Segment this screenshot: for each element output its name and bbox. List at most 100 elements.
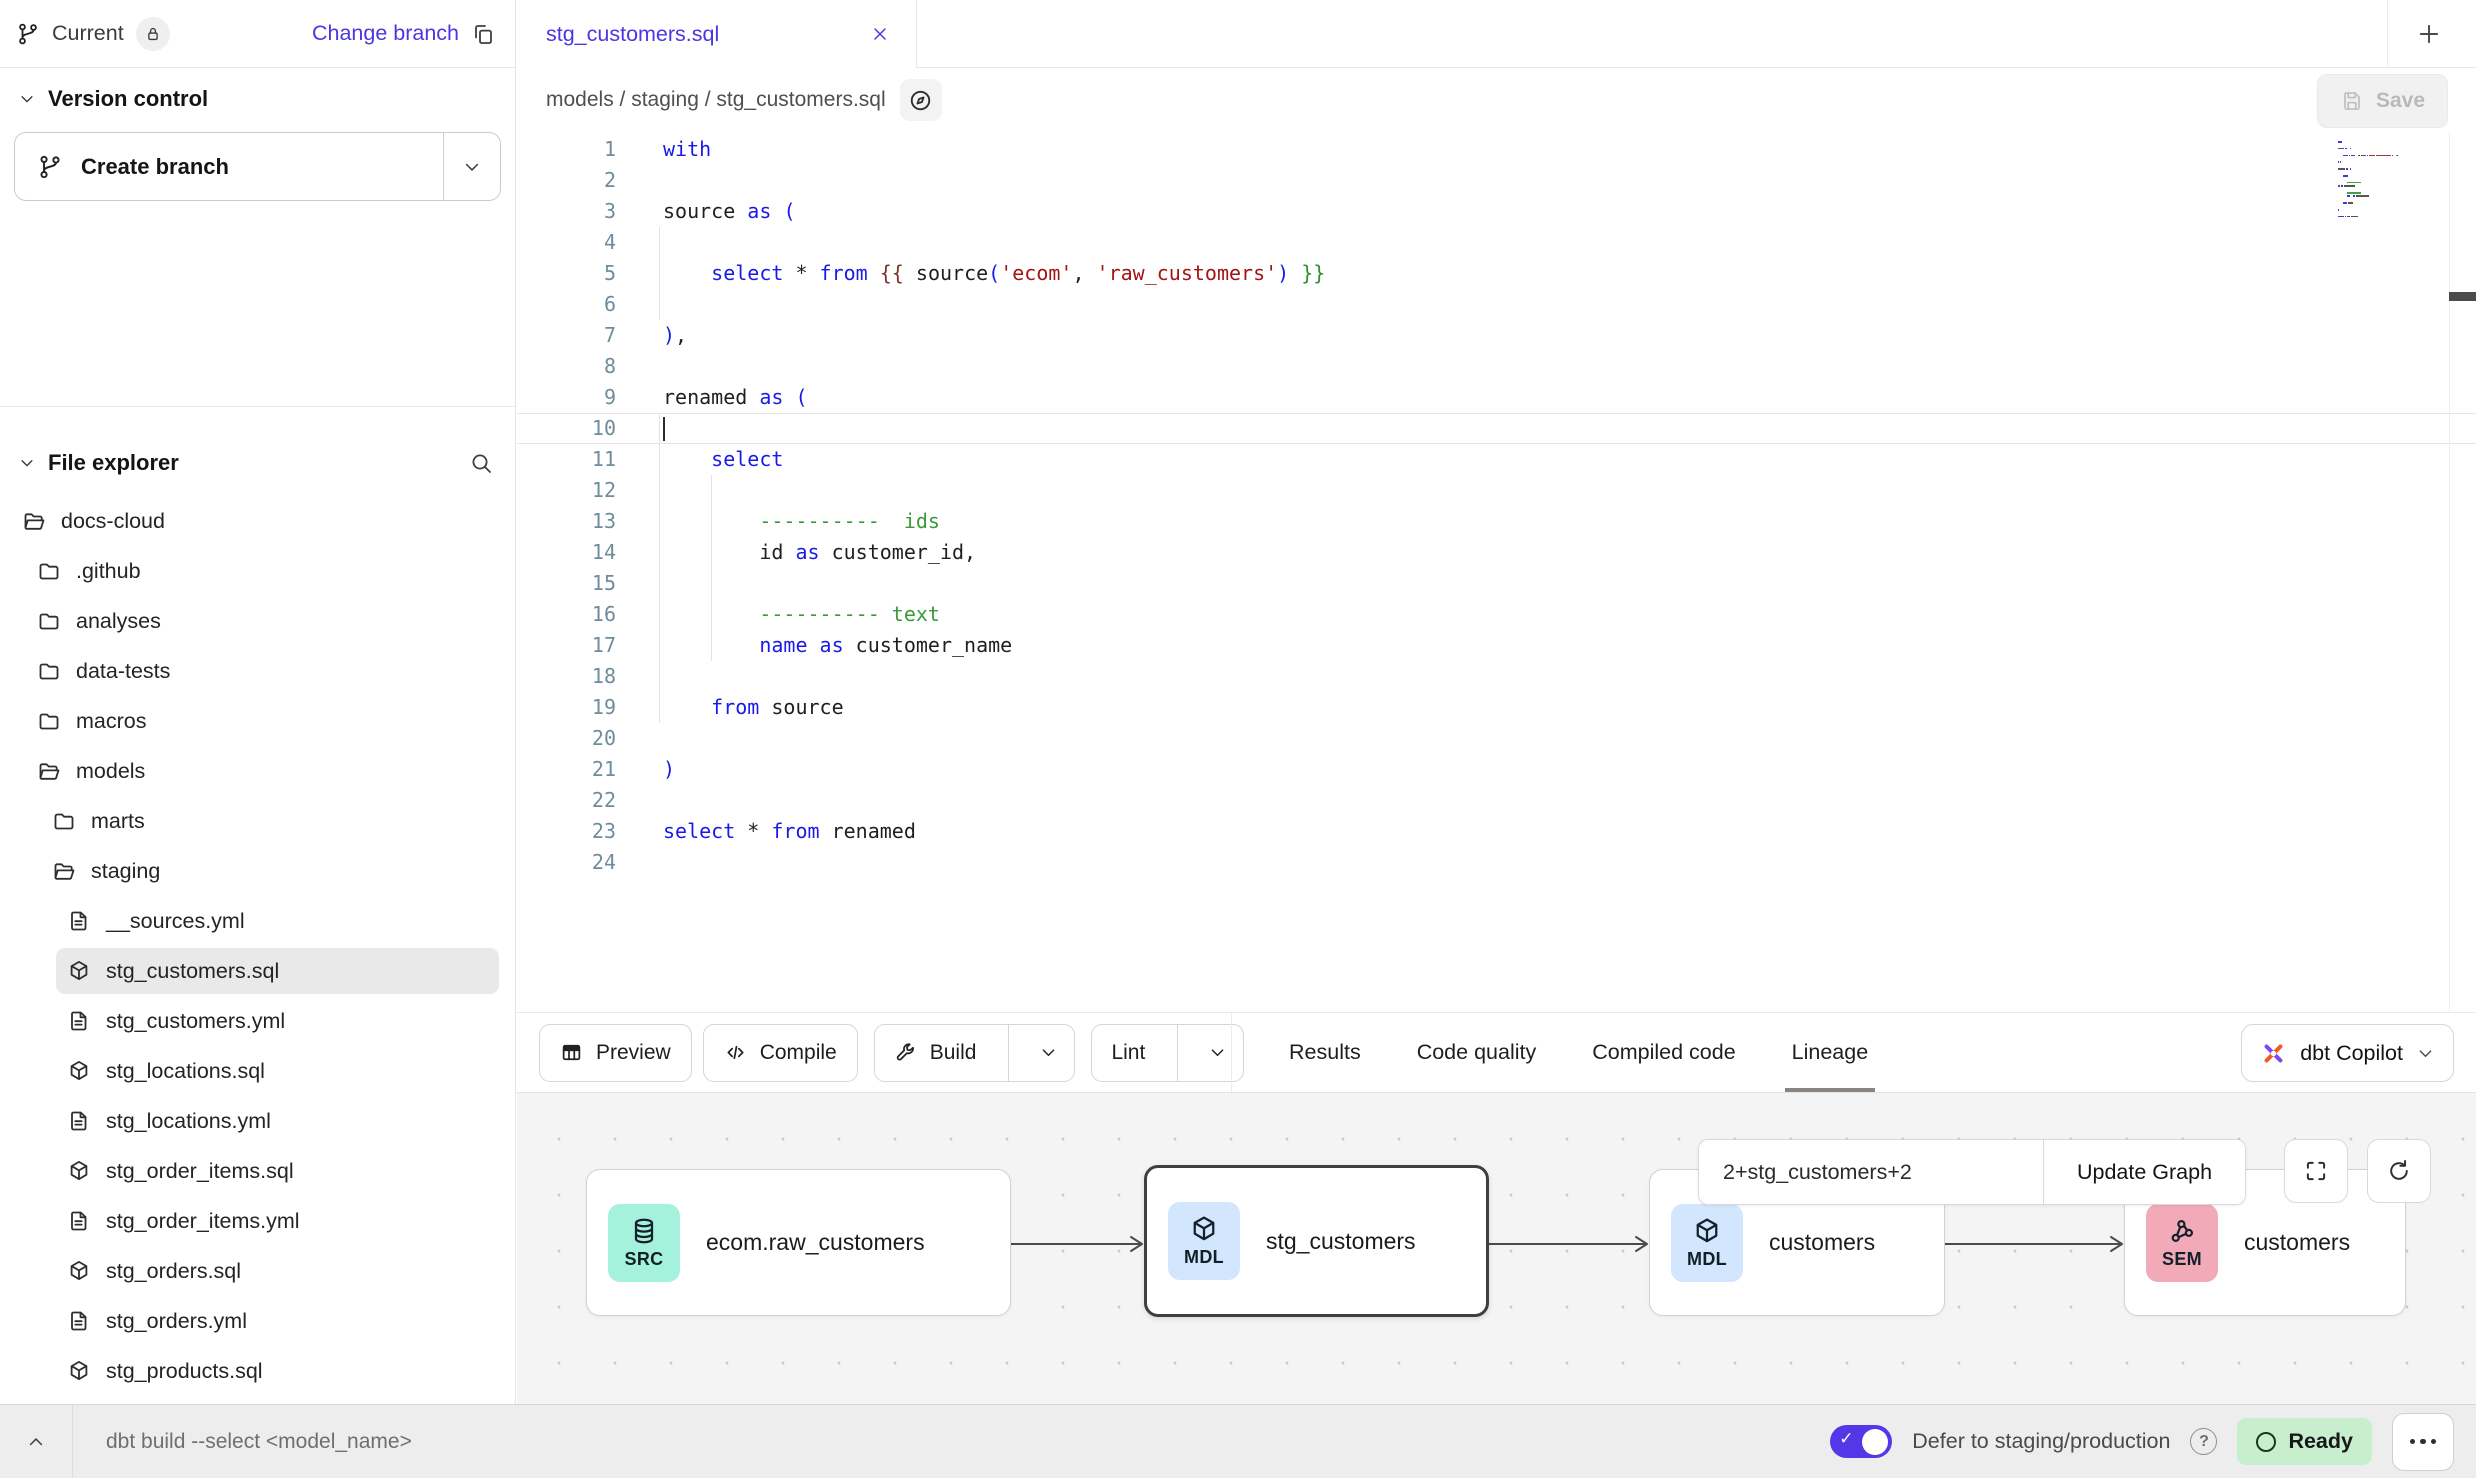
change-branch-link[interactable]: Change branch: [312, 21, 459, 46]
search-icon[interactable]: [469, 451, 493, 475]
code-line-13[interactable]: 13 ---------- ids: [517, 506, 2476, 537]
create-branch-button[interactable]: Create branch: [14, 132, 501, 201]
code-line-12[interactable]: 12: [517, 475, 2476, 506]
code-line-9[interactable]: 9renamed as (: [517, 382, 2476, 413]
code-editor[interactable]: 1with23source as (45 select * from {{ so…: [517, 132, 2476, 1012]
minimap[interactable]: [2338, 141, 2398, 222]
dbt-copilot-button[interactable]: dbt Copilot: [2241, 1024, 2454, 1082]
file-item-stg_order_items.yml[interactable]: stg_order_items.yml: [0, 1196, 515, 1246]
line-text: source as (: [616, 196, 795, 227]
line-number: 7: [517, 320, 616, 351]
create-branch-main[interactable]: Create branch: [15, 133, 443, 200]
divider: [1177, 1025, 1178, 1081]
tab-stg-customers-sql[interactable]: stg_customers.sql: [517, 0, 917, 68]
line-number: 3: [517, 196, 616, 227]
folder-item-models[interactable]: models: [0, 746, 515, 796]
code-lines: 1with23source as (45 select * from {{ so…: [517, 132, 2476, 878]
copy-icon[interactable]: [471, 22, 495, 46]
file-item-__sources.yml[interactable]: __sources.yml: [0, 896, 515, 946]
line-text: [616, 723, 663, 754]
new-tab-button[interactable]: [2405, 13, 2453, 55]
breadcrumb: models / staging / stg_customers.sql: [546, 88, 886, 112]
file-item-stg_locations.sql[interactable]: stg_locations.sql: [0, 1046, 515, 1096]
code-line-6[interactable]: 6: [517, 289, 2476, 320]
code-line-11[interactable]: 11 select: [517, 444, 2476, 475]
expand-command-bar-button[interactable]: [0, 1405, 72, 1478]
folder-item-analyses[interactable]: analyses: [0, 596, 515, 646]
tab-code-quality[interactable]: Code quality: [1417, 1013, 1537, 1092]
model-icon: [1692, 1216, 1722, 1246]
code-line-14[interactable]: 14 id as customer_id,: [517, 537, 2476, 568]
save-label: Save: [2376, 89, 2425, 113]
code-line-21[interactable]: 21): [517, 754, 2476, 785]
lineage-panel[interactable]: SRCecom.raw_customersMDLstg_customersMDL…: [517, 1092, 2476, 1404]
copilot-health-button[interactable]: [900, 79, 942, 121]
folder-item-.github[interactable]: .github: [0, 546, 515, 596]
lineage-selector-bar: Update Graph: [1698, 1139, 2246, 1205]
code-line-8[interactable]: 8: [517, 351, 2476, 382]
file-item-stg_orders.yml[interactable]: stg_orders.yml: [0, 1296, 515, 1346]
refresh-button[interactable]: [2367, 1139, 2431, 1203]
code-line-22[interactable]: 22: [517, 785, 2476, 816]
lineage-node-ecom.raw_customers[interactable]: SRCecom.raw_customers: [586, 1169, 1011, 1316]
code-line-16[interactable]: 16 ---------- text: [517, 599, 2476, 630]
help-icon[interactable]: ?: [2190, 1428, 2217, 1455]
tab-results[interactable]: Results: [1289, 1013, 1361, 1092]
folder-item-data-tests[interactable]: data-tests: [0, 646, 515, 696]
line-text: [616, 847, 663, 878]
fullscreen-button[interactable]: [2284, 1139, 2348, 1203]
file-item-stg_locations.yml[interactable]: stg_locations.yml: [0, 1096, 515, 1146]
folder-item-docs-cloud[interactable]: docs-cloud: [0, 496, 515, 546]
file-item-stg_customers.sql[interactable]: stg_customers.sql: [0, 946, 515, 996]
folder-item-marts[interactable]: marts: [0, 796, 515, 846]
file-name: stg_orders.sql: [106, 1259, 241, 1284]
create-branch-dropdown[interactable]: [444, 133, 500, 200]
defer-toggle[interactable]: ✓: [1830, 1425, 1892, 1458]
line-text: select * from renamed: [616, 816, 916, 847]
more-options-button[interactable]: [2392, 1413, 2454, 1471]
code-line-19[interactable]: 19 from source: [517, 692, 2476, 723]
build-button[interactable]: Build: [874, 1024, 1076, 1082]
folder-item-macros[interactable]: macros: [0, 696, 515, 746]
code-line-17[interactable]: 17 name as customer_name: [517, 630, 2476, 661]
code-line-15[interactable]: 15: [517, 568, 2476, 599]
create-branch-label: Create branch: [81, 154, 229, 180]
divider: [1231, 1013, 1232, 1092]
code-line-1[interactable]: 1with: [517, 134, 2476, 165]
code-line-4[interactable]: 4: [517, 227, 2476, 258]
code-line-2[interactable]: 2: [517, 165, 2476, 196]
close-icon[interactable]: [870, 24, 890, 44]
code-line-23[interactable]: 23select * from renamed: [517, 816, 2476, 847]
lineage-selector-input[interactable]: [1699, 1140, 2043, 1204]
update-graph-button[interactable]: Update Graph: [2044, 1140, 2245, 1204]
file-item-stg_customers.yml[interactable]: stg_customers.yml: [0, 996, 515, 1046]
code-line-7[interactable]: 7),: [517, 320, 2476, 351]
code-line-24[interactable]: 24: [517, 847, 2476, 878]
command-input[interactable]: [73, 1405, 1830, 1478]
code-line-3[interactable]: 3source as (: [517, 196, 2476, 227]
lineage-node-stg_customers[interactable]: MDLstg_customers: [1144, 1165, 1489, 1317]
file-explorer-toggle[interactable]: File explorer: [18, 450, 179, 476]
lint-main[interactable]: Lint: [1092, 1025, 1164, 1081]
save-button[interactable]: Save: [2317, 74, 2448, 128]
file-item-stg_order_items.sql[interactable]: stg_order_items.sql: [0, 1146, 515, 1196]
code-line-20[interactable]: 20: [517, 723, 2476, 754]
scrollbar-marker[interactable]: [2449, 292, 2476, 301]
code-line-5[interactable]: 5 select * from {{ source('ecom', 'raw_c…: [517, 258, 2476, 289]
branch-lock-badge: [136, 17, 170, 51]
tab-compiled-code[interactable]: Compiled code: [1592, 1013, 1735, 1092]
build-dropdown[interactable]: [1022, 1025, 1074, 1081]
file-item-stg_orders.sql[interactable]: stg_orders.sql: [0, 1246, 515, 1296]
file-item-stg_products.sql[interactable]: stg_products.sql: [0, 1346, 515, 1396]
version-control-header[interactable]: Version control: [0, 86, 515, 112]
lineage-edge: [1489, 1235, 1649, 1258]
folder-item-staging[interactable]: staging: [0, 846, 515, 896]
lint-button[interactable]: Lint: [1091, 1024, 1244, 1082]
code-line-18[interactable]: 18: [517, 661, 2476, 692]
compile-button[interactable]: Compile: [703, 1024, 858, 1082]
lint-dropdown[interactable]: [1191, 1025, 1243, 1081]
code-line-10[interactable]: 10: [517, 413, 2476, 444]
preview-button[interactable]: Preview: [539, 1024, 692, 1082]
tab-lineage[interactable]: Lineage: [1792, 1013, 1869, 1092]
build-main[interactable]: Build: [875, 1025, 996, 1081]
